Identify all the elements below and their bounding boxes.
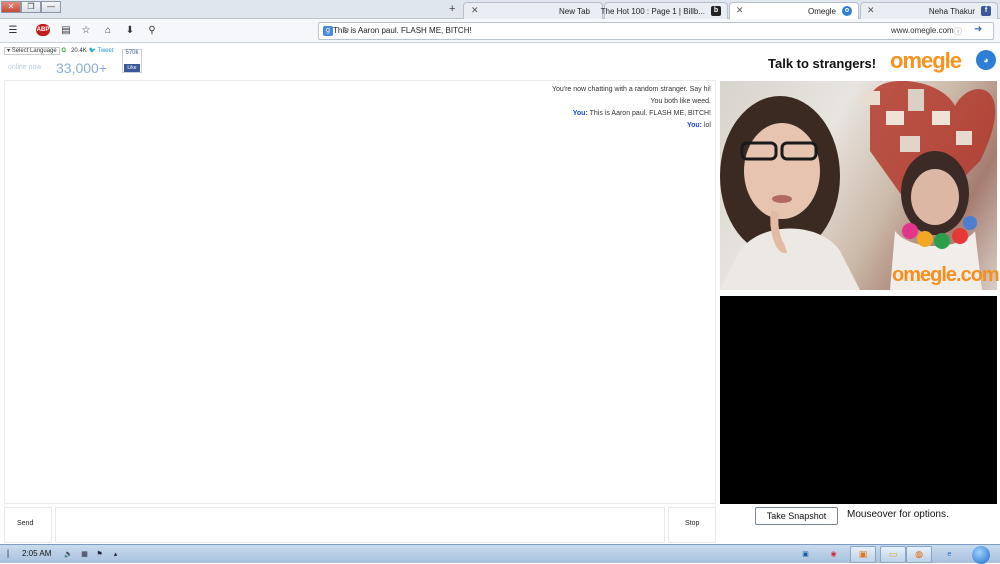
window-close-button[interactable]: ✕ — [1, 1, 21, 13]
chat-log: You're now chatting with a random strang… — [4, 80, 716, 504]
send-button[interactable]: Send — [4, 507, 52, 543]
tab-strip: ✕ ❐ — + ✕ New Tab The Hot 100 : Page 1 |… — [0, 0, 1000, 19]
select-language-label: Select Language — [11, 48, 57, 54]
google-translate-icon: G — [61, 48, 67, 54]
your-video[interactable] — [720, 296, 997, 504]
message-sender: You: — [686, 122, 703, 129]
url-text[interactable]: www.omegle.com — [891, 26, 954, 35]
video-frame-image — [720, 81, 996, 290]
chat-status-message: You both like weed. — [651, 98, 711, 105]
take-snapshot-button[interactable]: Take Snapshot — [755, 507, 838, 525]
back-arrow-icon[interactable]: ➜ — [974, 24, 990, 38]
folder-icon: ▭ — [888, 549, 898, 559]
tab-new-tab[interactable]: ✕ New Tab — [463, 2, 603, 19]
internet-explorer-icon[interactable]: e — [945, 550, 954, 559]
tab-omegle[interactable]: ✕ Omegle o — [729, 2, 859, 19]
tab-label: The Hot 100 : Page 1 | Billb... — [600, 7, 705, 16]
tab-label: Neha Thakur — [928, 7, 975, 16]
taskbar-app-media[interactable]: ▣ — [850, 546, 876, 563]
message-text: This is Aaron paul. FLASH ME, BITCH! — [589, 110, 711, 117]
send-label: Send — [17, 520, 34, 527]
fb-like-count: 570k — [125, 50, 139, 56]
chat-status-message: You're now chatting with a random strang… — [552, 86, 711, 93]
network-icon[interactable]: ▦ — [80, 550, 89, 559]
browser-toolbar: ☰ ABP ▤ ☆ ⌂ ⬇ ⚲ g This is Aaron paul. FL… — [0, 19, 1000, 43]
fb-like-button[interactable]: Like — [124, 64, 140, 72]
taskbar-app-icon[interactable]: ▣ — [801, 550, 810, 559]
language-select[interactable]: ▾ Select Language — [4, 47, 60, 55]
omegle-logo[interactable]: omegle — [890, 48, 962, 74]
window-restore-button[interactable]: ❐ — [21, 1, 41, 13]
online-count: 33,000+ — [56, 60, 107, 76]
close-icon[interactable]: ✕ — [736, 3, 744, 18]
taskbar-app-firefox[interactable]: ◍ — [906, 546, 932, 563]
volume-icon[interactable]: 🔈 — [64, 550, 73, 559]
window-minimize-button[interactable]: — — [41, 1, 61, 13]
omegle-logo-icon: ◕ — [976, 50, 996, 70]
stop-label: Stop — [685, 520, 700, 527]
page-title-in-urlbar: This is Aaron paul. FLASH ME, BITCH! — [333, 26, 472, 35]
show-hidden-icons-icon[interactable]: ▴ — [111, 550, 120, 559]
chat-input-row: Send Stop — [4, 507, 716, 543]
tagline: Talk to strangers! — [768, 56, 877, 71]
search-icon[interactable]: ⚲ — [145, 24, 159, 38]
close-icon[interactable]: ✕ — [471, 3, 479, 18]
social-box: ▾ Select Language G 20.4K 🐦 Tweet online… — [4, 47, 142, 76]
taskbar-app-explorer[interactable]: ▭ — [880, 546, 906, 563]
show-desktop-icon[interactable]: ▏ — [6, 550, 15, 559]
message-text: You both like weed. — [650, 98, 711, 105]
message-text: You're now chatting with a random strang… — [551, 86, 711, 93]
info-icon: ⓘ — [954, 27, 962, 36]
facebook-like-box[interactable]: 570k Like — [122, 49, 142, 73]
bookmark-star-icon[interactable]: ☆ — [79, 24, 93, 38]
media-icon: ▣ — [858, 549, 868, 559]
message-text: lol — [703, 122, 711, 129]
tab-neha-thakur[interactable]: ✕ Neha Thakur f — [860, 2, 998, 19]
download-icon[interactable]: ⬇ — [123, 24, 137, 38]
tweet-button[interactable]: 🐦 Tweet — [88, 48, 113, 54]
social-row: ▾ Select Language G 20.4K 🐦 Tweet — [4, 47, 114, 55]
site-identity-icon: g — [323, 26, 333, 36]
stranger-video[interactable] — [720, 81, 997, 290]
video-watermark: omegle.com — [892, 264, 1000, 286]
adblock-icon[interactable]: ABP — [36, 24, 50, 36]
close-icon[interactable]: ✕ — [867, 3, 875, 18]
action-center-icon[interactable]: ⚑ — [95, 550, 104, 559]
message-input[interactable] — [55, 507, 665, 543]
site-header: omegle ◕ Talk to strangers! ▾ Select Lan… — [0, 43, 1000, 79]
stop-button[interactable]: Stop — [668, 507, 716, 543]
address-bar[interactable]: g This is Aaron paul. FLASH ME, BITCH! w… — [318, 22, 994, 40]
start-button[interactable] — [972, 546, 990, 564]
billboard-icon: b — [711, 6, 721, 16]
firefox-icon: ◍ — [915, 549, 923, 559]
message-sender: You: — [572, 110, 588, 117]
opera-icon[interactable]: ◉ — [829, 550, 838, 559]
system-clock[interactable]: 2:05 AM — [22, 549, 51, 558]
tab-label: New Tab — [559, 7, 590, 16]
mouseover-hint: Mouseover for options. — [847, 509, 949, 520]
home-icon[interactable]: ⌂ — [101, 24, 115, 38]
omegle-icon: o — [842, 6, 852, 16]
tweet-label: Tweet — [97, 48, 114, 54]
menu-icon[interactable]: ☰ — [6, 24, 20, 38]
reload-icon[interactable]: ↻ — [342, 25, 350, 36]
tab-label: Omegle — [807, 7, 836, 16]
chat-message-you: You: This is Aaron paul. FLASH ME, BITCH… — [573, 110, 711, 117]
tweet-count: 20.4K — [71, 48, 87, 54]
clipboard-icon[interactable]: ▤ — [59, 24, 73, 38]
online-label: online now — [8, 64, 42, 71]
facebook-icon: f — [981, 6, 991, 16]
windows-taskbar: ▏ 2:05 AM 🔈 ▦ ⚑ ▴ ▣ ◉ ▣ ▭ ◍ e — [0, 544, 1000, 564]
tab-billboard[interactable]: The Hot 100 : Page 1 | Billb... b — [600, 2, 728, 19]
window-controls: ✕ ❐ — — [1, 1, 61, 13]
chat-message-you: You: lol — [687, 122, 711, 129]
new-tab-button[interactable]: + — [449, 3, 455, 15]
